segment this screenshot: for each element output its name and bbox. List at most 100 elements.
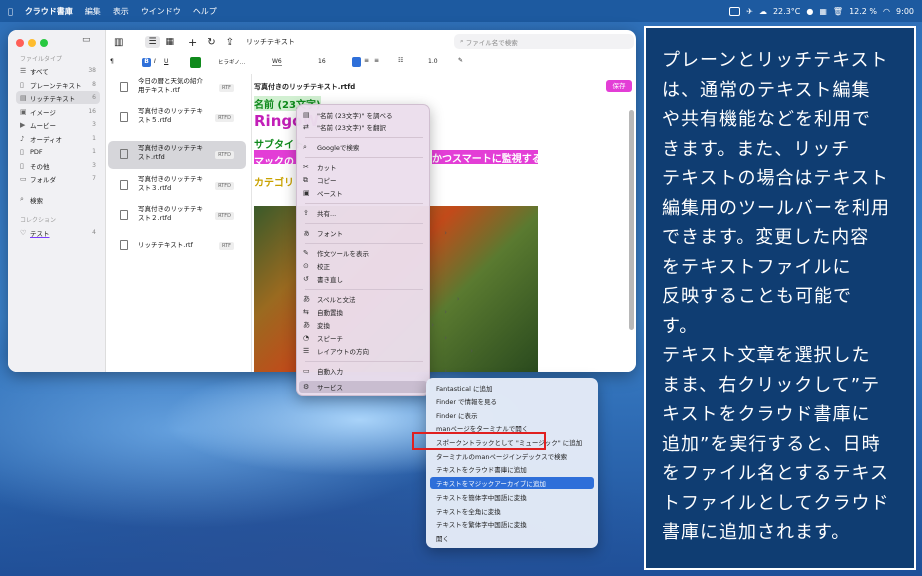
sidebar-item-collection[interactable]: ♡ テスト 4 <box>16 226 100 239</box>
calendar-icon[interactable]: ▦ <box>819 7 827 16</box>
trash-icon[interactable]: 🗑 <box>833 7 843 16</box>
pencil-icon[interactable]: ✎ <box>458 57 463 64</box>
add-icon[interactable]: + <box>188 36 197 49</box>
sidebar-search[interactable]: ⌕ 検索 <box>16 193 100 206</box>
close-button[interactable] <box>16 39 24 47</box>
badge-icon[interactable]: ● <box>806 7 813 16</box>
apple-icon[interactable]:  <box>8 7 13 16</box>
temperature[interactable]: 22.3°C <box>773 7 800 16</box>
menu-item-google[interactable]: ⌕ Googleで検索 <box>303 141 359 153</box>
sidebar-item-all[interactable]: ☰ すべて 38 <box>16 64 100 77</box>
paragraph-style-select[interactable]: ¶ <box>110 58 114 65</box>
caption-line: まま、右クリックして”テ <box>662 374 881 396</box>
scrollbar[interactable] <box>629 110 634 330</box>
sidebar-toggle-icon[interactable]: ▭ <box>82 35 91 45</box>
menu-help[interactable]: ヘルプ <box>193 6 217 17</box>
list-item[interactable]: 写真付きのリッチテキスト５.rtfd RTFD <box>108 104 246 132</box>
save-button[interactable]: 保存 <box>606 80 632 92</box>
service-man-index[interactable]: ターミナルのmanページインデックスで検索 <box>430 450 594 462</box>
list-item[interactable]: リッチテキスト.rtf RTF <box>108 232 246 260</box>
align-right-icon[interactable]: ≡ <box>374 57 379 64</box>
service-open[interactable]: 開く <box>430 532 594 544</box>
italic-button[interactable]: I <box>154 58 156 65</box>
wifi-icon[interactable]: ◠ <box>883 7 890 16</box>
service-fantastical[interactable]: Fantastical に追加 <box>430 382 594 394</box>
sidebar-item-movie[interactable]: ▶ ムービー 3 <box>16 118 100 131</box>
clock[interactable]: 9:00 <box>896 7 914 16</box>
underline-button[interactable]: U <box>164 58 168 65</box>
sidebar-item-audio[interactable]: ♪ オーディオ 1 <box>16 132 100 145</box>
service-add-cloud-library[interactable]: テキストをクラウド書庫に追加 <box>430 463 594 475</box>
menu-item-copy[interactable]: ⧉ コピー <box>303 174 337 186</box>
menu-item-cut[interactable]: ✂ カット <box>303 161 337 173</box>
sidebar-item-image[interactable]: ▣ イメージ 16 <box>16 105 100 118</box>
proofread-icon: ⊙ <box>303 262 309 270</box>
list-item[interactable]: 今日の暦と天気の紹介用テキスト.rtf RTF <box>108 74 246 102</box>
list-view-icon[interactable]: ☰ <box>145 36 160 48</box>
menu-item-lookup[interactable]: ▤ "名前 (23文字)" を調べる <box>303 109 392 121</box>
menu-item-services[interactable]: ⚙サービス› <box>299 381 525 393</box>
sidebar-item-folder[interactable]: ▭ フォルダ 7 <box>16 172 100 185</box>
menu-view[interactable]: 表示 <box>113 6 129 17</box>
bold-button[interactable]: B <box>142 58 151 67</box>
menu-item-transform[interactable]: あ変換 › <box>303 319 434 331</box>
menu-item-translate[interactable]: ⇄ "名前 (23文字)" を翻訳 <box>303 121 386 133</box>
sidebar-item-plain[interactable]: ▯ プレーンテキスト 8 <box>16 78 100 91</box>
minimize-button[interactable] <box>28 39 36 47</box>
menu-window[interactable]: ウインドウ <box>141 6 181 17</box>
scissors-icon: ✂ <box>303 163 309 171</box>
share-icon[interactable]: ⇪ <box>226 37 234 48</box>
services-submenu: Fantastical に追加 Finder で情報を見る Finder に表示… <box>426 378 598 548</box>
sidebar-item-other[interactable]: ▯ その他 3 <box>16 159 100 172</box>
menu-item-proofread[interactable]: ⊙ 校正 <box>303 260 330 272</box>
grid-view-icon[interactable]: ▦ <box>166 37 175 47</box>
panel-toggle-icon[interactable]: ▥ <box>114 37 123 48</box>
service-simplified-chinese[interactable]: テキストを簡体字中国語に変換 <box>430 491 594 503</box>
weight-select[interactable]: W6 <box>272 58 282 66</box>
text-color-swatch[interactable] <box>190 57 201 68</box>
service-traditional-chinese[interactable]: テキストを繁体字中国語に変換 <box>430 518 594 530</box>
menu-edit[interactable]: 編集 <box>85 6 101 17</box>
rocket-icon[interactable]: ✈ <box>746 7 753 16</box>
divider <box>305 203 423 204</box>
size-select[interactable]: 16 <box>318 58 326 65</box>
menu-app-name[interactable]: クラウド書庫 <box>25 6 73 17</box>
text-line-category: カテゴリ <box>254 178 294 189</box>
menu-item-rewrite[interactable]: ↺ 書き直し <box>303 273 343 285</box>
weather-icon[interactable]: ☁ <box>759 7 767 16</box>
align-left-button[interactable] <box>352 57 361 67</box>
caption-line: きます。また、リッチ <box>662 138 851 160</box>
menu-item-substitutions[interactable]: ⇆ 自動置換 › <box>303 306 447 318</box>
align-center-icon[interactable]: ≡ <box>364 57 369 64</box>
zoom-button[interactable] <box>40 39 48 47</box>
list-item[interactable]: 写真付きのリッチテキスト２.rtfd RTFD <box>108 202 246 230</box>
sidebar-item-rich[interactable]: ▤ リッチテキスト 6 <box>16 91 100 104</box>
menu-item-layout[interactable]: ☰ レイアウトの方向 › <box>303 345 473 357</box>
share-icon: ⇪ <box>303 209 309 217</box>
line-spacing-select[interactable]: 1.0 <box>428 58 438 65</box>
service-finder-info[interactable]: Finder で情報を見る <box>430 395 594 407</box>
search-input[interactable]: ⌕ ファイル名で検索 <box>454 34 634 49</box>
service-add-magic-archive[interactable]: テキストをマジックアーカイブに追加 <box>430 477 594 489</box>
caption-line: トファイルとしてクラウド <box>662 492 890 514</box>
refresh-icon[interactable]: ↻ <box>207 37 215 48</box>
service-fullwidth[interactable]: テキストを全角に変換 <box>430 505 594 517</box>
menu-item-font[interactable]: ぁフォント › <box>303 227 447 239</box>
list-item-selected[interactable]: 写真付きのリッチテキスト.rtfd RTFD <box>108 141 246 169</box>
rich-text-icon: ▤ <box>20 93 27 102</box>
menu-item-writing-tools[interactable]: ✎ 作文ツールを表示 <box>303 247 369 259</box>
menu-item-paste[interactable]: ▣ ペースト <box>303 187 343 199</box>
battery-percent[interactable]: 12.2 % <box>849 7 877 16</box>
layout-icon: ☰ <box>303 347 310 355</box>
menu-item-spelling[interactable]: あスペルと文法 › <box>303 293 460 305</box>
font-select[interactable]: ヒラギノ… <box>218 58 245 66</box>
app-icon[interactable] <box>729 6 741 16</box>
service-finder-show[interactable]: Finder に表示 <box>430 409 594 421</box>
menu-item-autofill[interactable]: ▭ 自動入力 › <box>303 365 447 377</box>
menu-item-speech[interactable]: ◔ スピーチ › <box>303 332 447 344</box>
sidebar-item-pdf[interactable]: ▯ PDF 1 <box>16 145 100 158</box>
menu-item-share[interactable]: ⇪ 共有... <box>303 207 336 219</box>
list-style-icon[interactable]: ☷ <box>398 57 403 64</box>
lookup-icon: ▤ <box>303 111 310 119</box>
list-item[interactable]: 写真付きのリッチテキスト３.rtfd RTFD <box>108 172 246 200</box>
